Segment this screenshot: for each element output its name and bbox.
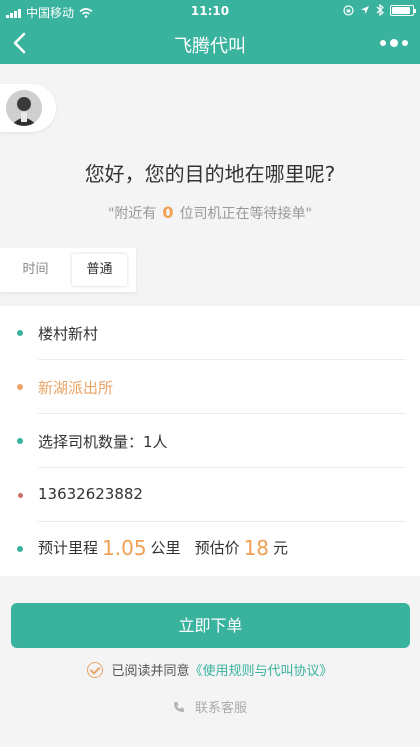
- nearby-driver-count: 0: [162, 203, 174, 222]
- order-type-tabs: 时间 普通: [0, 248, 136, 292]
- estimate-dot-icon: [17, 546, 23, 552]
- order-form: 楼村新村 新湖派出所 选择司机数量：1人 13632623882 预计里程 1.0…: [0, 306, 420, 576]
- orientation-lock-icon: [343, 4, 354, 16]
- nearby-suffix: 位司机正在等待接单": [179, 206, 313, 222]
- phone-icon: [173, 702, 184, 712]
- contact-label: 联系客服: [194, 701, 247, 716]
- tab-time[interactable]: 时间: [8, 254, 63, 286]
- status-bar: 中国移动 11:10: [0, 0, 420, 22]
- more-icon[interactable]: [378, 35, 410, 51]
- driver-dot-icon: [17, 438, 23, 444]
- greeting-title: 您好，您的目的地在哪里呢?: [84, 162, 336, 186]
- estimate-row: 预计里程 1.05 公里 预估价 18 元: [0, 522, 420, 576]
- distance-value: 1.05: [102, 536, 147, 560]
- price-unit: 元: [273, 539, 289, 557]
- estimate: 预计里程 1.05 公里 预估价 18 元: [38, 536, 288, 560]
- status-bar-right: [343, 4, 416, 16]
- tab-normal[interactable]: 普通: [72, 254, 127, 286]
- battery-icon: [390, 4, 416, 16]
- nearby-prefix: "附近有: [107, 206, 157, 222]
- location-icon: [361, 6, 369, 14]
- avatar-card[interactable]: [0, 84, 56, 132]
- destination: 新湖派出所: [38, 379, 114, 397]
- price-label: 预估价: [194, 539, 240, 557]
- distance-unit: 公里: [150, 539, 181, 557]
- phone-dot-icon: [18, 493, 23, 498]
- phone-number: 13632623882: [38, 485, 143, 503]
- nav-bar: 飞腾代叫: [0, 22, 420, 64]
- agree-checkbox[interactable]: [87, 662, 104, 678]
- start-location-row[interactable]: 楼村新村: [0, 306, 420, 360]
- nearby-drivers-text: "附近有 0 位司机正在等待接单": [0, 203, 420, 223]
- agreement-link[interactable]: 《使用规则与代叫协议》: [190, 664, 333, 679]
- contact-service[interactable]: 联系客服: [0, 697, 420, 716]
- start-location: 楼村新村: [38, 325, 99, 343]
- destination-row[interactable]: 新湖派出所: [0, 360, 420, 414]
- order-now-button[interactable]: 立即下单: [11, 603, 410, 648]
- destination-dot-icon: [17, 384, 23, 390]
- avatar[interactable]: [6, 90, 42, 126]
- start-dot-icon: [17, 330, 23, 336]
- distance-label: 预计里程: [38, 539, 99, 557]
- agreement-text: 已阅读并同意: [111, 664, 190, 679]
- phone-row[interactable]: 13632623882: [0, 468, 420, 522]
- bluetooth-icon: [376, 4, 384, 16]
- driver-count: 选择司机数量：1人: [38, 433, 168, 451]
- price-value: 18: [243, 536, 270, 560]
- agreement-row: 已阅读并同意《使用规则与代叫协议》: [0, 660, 420, 679]
- user-avatar-icon: [6, 90, 42, 126]
- driver-count-row[interactable]: 选择司机数量：1人: [0, 414, 420, 468]
- page-title: 飞腾代叫: [174, 36, 246, 57]
